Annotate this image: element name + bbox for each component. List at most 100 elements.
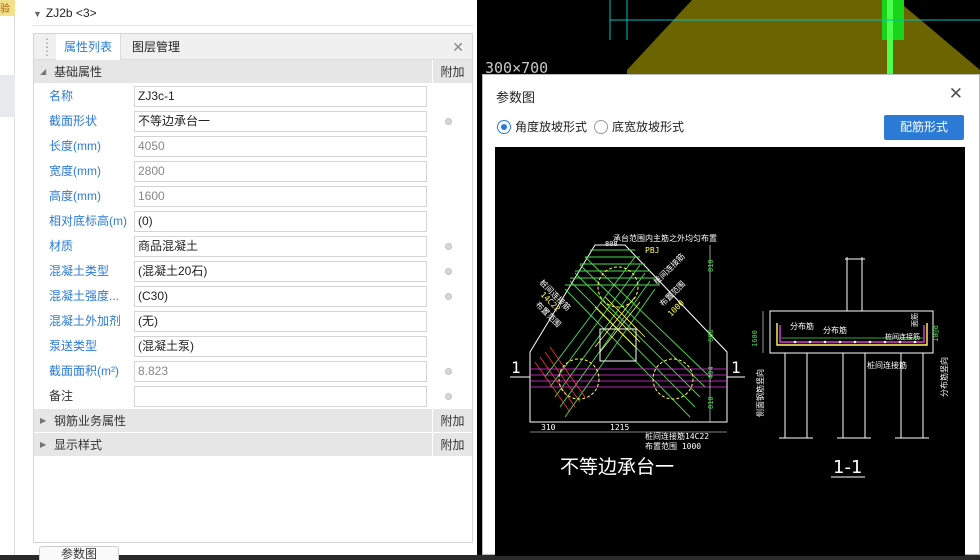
close-icon[interactable]: ✕	[452, 39, 464, 56]
drawing-title-right: 1-1	[833, 457, 862, 478]
group-display-style[interactable]: ▶ 显示样式 附加	[34, 433, 472, 457]
parameter-drawing: 1 1 310 1215 810 686 404 810 808 承台范围内主筋…	[495, 147, 965, 556]
property-row: 材质 商品混凝土	[34, 234, 472, 259]
extra-checkbox[interactable]	[445, 368, 452, 375]
close-icon[interactable]: ✕	[949, 84, 963, 104]
rebar-form-button[interactable]: 配筋形式	[884, 115, 964, 140]
chevron-right-icon[interactable]: ▶	[40, 409, 46, 433]
extra-checkbox[interactable]	[445, 393, 452, 400]
dim-label: 810	[707, 259, 715, 272]
plan-view: 1 1 310 1215 810 686 404 810 808 承台范围内主筋…	[510, 233, 745, 478]
property-panel: ▼ ZJ2b <3> ⋮⋮ ⋮⋮ 属性列表 图层管理 ✕ ◢ 基础属性 附加 名称 …	[15, 0, 477, 560]
group-rebar-properties[interactable]: ▶ 钢筋业务属性 附加	[34, 409, 472, 433]
tab-layer-management[interactable]: 图层管理	[124, 34, 188, 60]
group-label: 基础属性	[54, 65, 103, 79]
property-row: 截面形状 不等边承台一	[34, 109, 472, 134]
label-dist-bar: 分布筋	[823, 325, 847, 335]
property-value-field[interactable]: (C30)	[134, 286, 427, 307]
group-label: 钢筋业务属性	[54, 414, 127, 428]
property-list-box: ⋮⋮ ⋮⋮ 属性列表 图层管理 ✕ ◢ 基础属性 附加 名称 ZJ3c-1 截面形…	[33, 33, 473, 543]
property-row: 高度(mm) 1600	[34, 184, 472, 209]
panel-tabs: ⋮⋮ ⋮⋮ 属性列表 图层管理 ✕	[34, 34, 472, 60]
dim-label: 310	[541, 423, 556, 432]
property-name: 名称	[49, 89, 74, 103]
property-name: 混凝土类型	[49, 264, 110, 278]
property-name: 截面形状	[49, 114, 98, 128]
property-name: 混凝土外加剂	[49, 314, 122, 328]
property-row: 混凝土类型 (混凝土20石)	[34, 259, 472, 284]
radio-bottom-width-slope[interactable]: 底宽放坡形式	[594, 119, 684, 135]
property-value-field[interactable]: ZJ3c-1	[134, 86, 427, 107]
property-row: 名称 ZJ3c-1	[34, 84, 472, 109]
property-row: 长度(mm) 4050	[34, 134, 472, 159]
label-face-bar: 面筋	[910, 313, 919, 327]
extra-checkbox[interactable]	[445, 293, 452, 300]
property-name: 宽度(mm)	[49, 164, 101, 178]
radio-angle-slope[interactable]: 角度放坡形式	[497, 119, 587, 135]
left-strip-tag[interactable]: 验	[0, 0, 15, 16]
property-row: 截面面积(m²) 8.823	[34, 359, 472, 384]
section-mark-right: 1	[731, 358, 741, 377]
left-toolbar-strip: 验	[0, 0, 15, 555]
property-row: 宽度(mm) 2800	[34, 159, 472, 184]
dim-label: 686	[707, 329, 715, 342]
chevron-right-icon[interactable]: ▶	[40, 433, 46, 457]
chevron-down-icon[interactable]: ◢	[40, 60, 46, 84]
property-value-field[interactable]: (无)	[134, 311, 427, 332]
property-value-field[interactable]: 2800	[134, 161, 427, 182]
radio-label: 底宽放坡形式	[612, 120, 685, 134]
radio-label: 角度放坡形式	[515, 120, 588, 134]
dialog-title: 参数图	[496, 90, 536, 105]
property-name: 混凝土强度...	[49, 289, 120, 303]
left-strip-selected-item[interactable]	[0, 75, 15, 117]
radio-unchecked-icon	[594, 120, 608, 134]
property-value-field[interactable]: 1600	[134, 186, 427, 207]
property-value-field[interactable]: 不等边承台一	[134, 111, 427, 132]
property-name: 泵送类型	[49, 339, 98, 353]
dim-label: 810	[707, 396, 715, 409]
label-pile-connect: 桩间连接筋	[885, 332, 920, 341]
label-dist-bar: 分布筋	[790, 321, 814, 331]
property-value-field[interactable]: (混凝土20石)	[134, 261, 427, 282]
property-row: 泵送类型 (混凝土泵)	[34, 334, 472, 359]
property-name: 截面面积(m²)	[49, 364, 119, 378]
property-name: 材质	[49, 239, 74, 253]
parameter-diagram-dialog: 参数图 ✕ 角度放坡形式 底宽放坡形式 配筋形式 1 1 310 1215 81…	[482, 74, 980, 556]
extra-checkbox[interactable]	[445, 118, 452, 125]
property-name: 相对底标高(m)	[49, 214, 127, 228]
label-spacing: 10@d	[932, 325, 940, 342]
section-view: 1600 分布筋 分布筋 桩间连接筋 面筋 桩间连接筋 侧面钢筋竖向 分布筋竖向…	[751, 257, 949, 478]
label-side-bar: 侧面钢筋竖向	[755, 369, 765, 417]
property-value-field[interactable]: 4050	[134, 136, 427, 157]
property-name: 备注	[49, 389, 74, 403]
property-value-field[interactable]: 8.823	[134, 361, 427, 382]
property-row: 混凝土外加剂 (无)	[34, 309, 472, 334]
drawing-title-left: 不等边承台一	[560, 456, 674, 478]
column-extra-header: 附加	[432, 60, 472, 84]
property-value-field[interactable]: (混凝土泵)	[134, 336, 427, 357]
column-extra-header: 附加	[432, 433, 472, 457]
parameter-diagram-button[interactable]: 参数图	[39, 546, 119, 560]
dim-label: 1215	[610, 423, 629, 432]
property-row: 混凝土强度... (C30)	[34, 284, 472, 309]
property-value-field[interactable]: 商品混凝土	[134, 236, 427, 257]
tab-property-list[interactable]: 属性列表	[56, 34, 122, 60]
group-basic-properties[interactable]: ◢ 基础属性 附加	[34, 60, 472, 84]
chevron-down-icon[interactable]: ▼	[33, 9, 42, 19]
radio-checked-icon	[497, 120, 511, 134]
component-name: ZJ2b <3>	[45, 6, 97, 20]
property-value-field[interactable]	[134, 386, 427, 407]
drag-handle-icon[interactable]: ⋮⋮ ⋮⋮	[41, 37, 64, 57]
property-row: 相对底标高(m) (0)	[34, 209, 472, 234]
property-name: 长度(mm)	[49, 139, 101, 153]
label-pile-connect-2: 桩间连接筋	[867, 360, 907, 370]
note-pbj: PBJ	[645, 246, 659, 255]
extra-checkbox[interactable]	[445, 268, 452, 275]
cap-drawing-svg: 1 1 310 1215 810 686 404 810 808 承台范围内主筋…	[510, 233, 949, 478]
component-header[interactable]: ▼ ZJ2b <3>	[33, 0, 473, 26]
note-top: 承台范围内主筋之外均匀布置	[613, 233, 717, 243]
note-bottom-2: 布置范围 1000	[645, 441, 701, 451]
extra-checkbox[interactable]	[445, 243, 452, 250]
property-value-field[interactable]: (0)	[134, 211, 427, 232]
group-label: 显示样式	[54, 438, 103, 452]
